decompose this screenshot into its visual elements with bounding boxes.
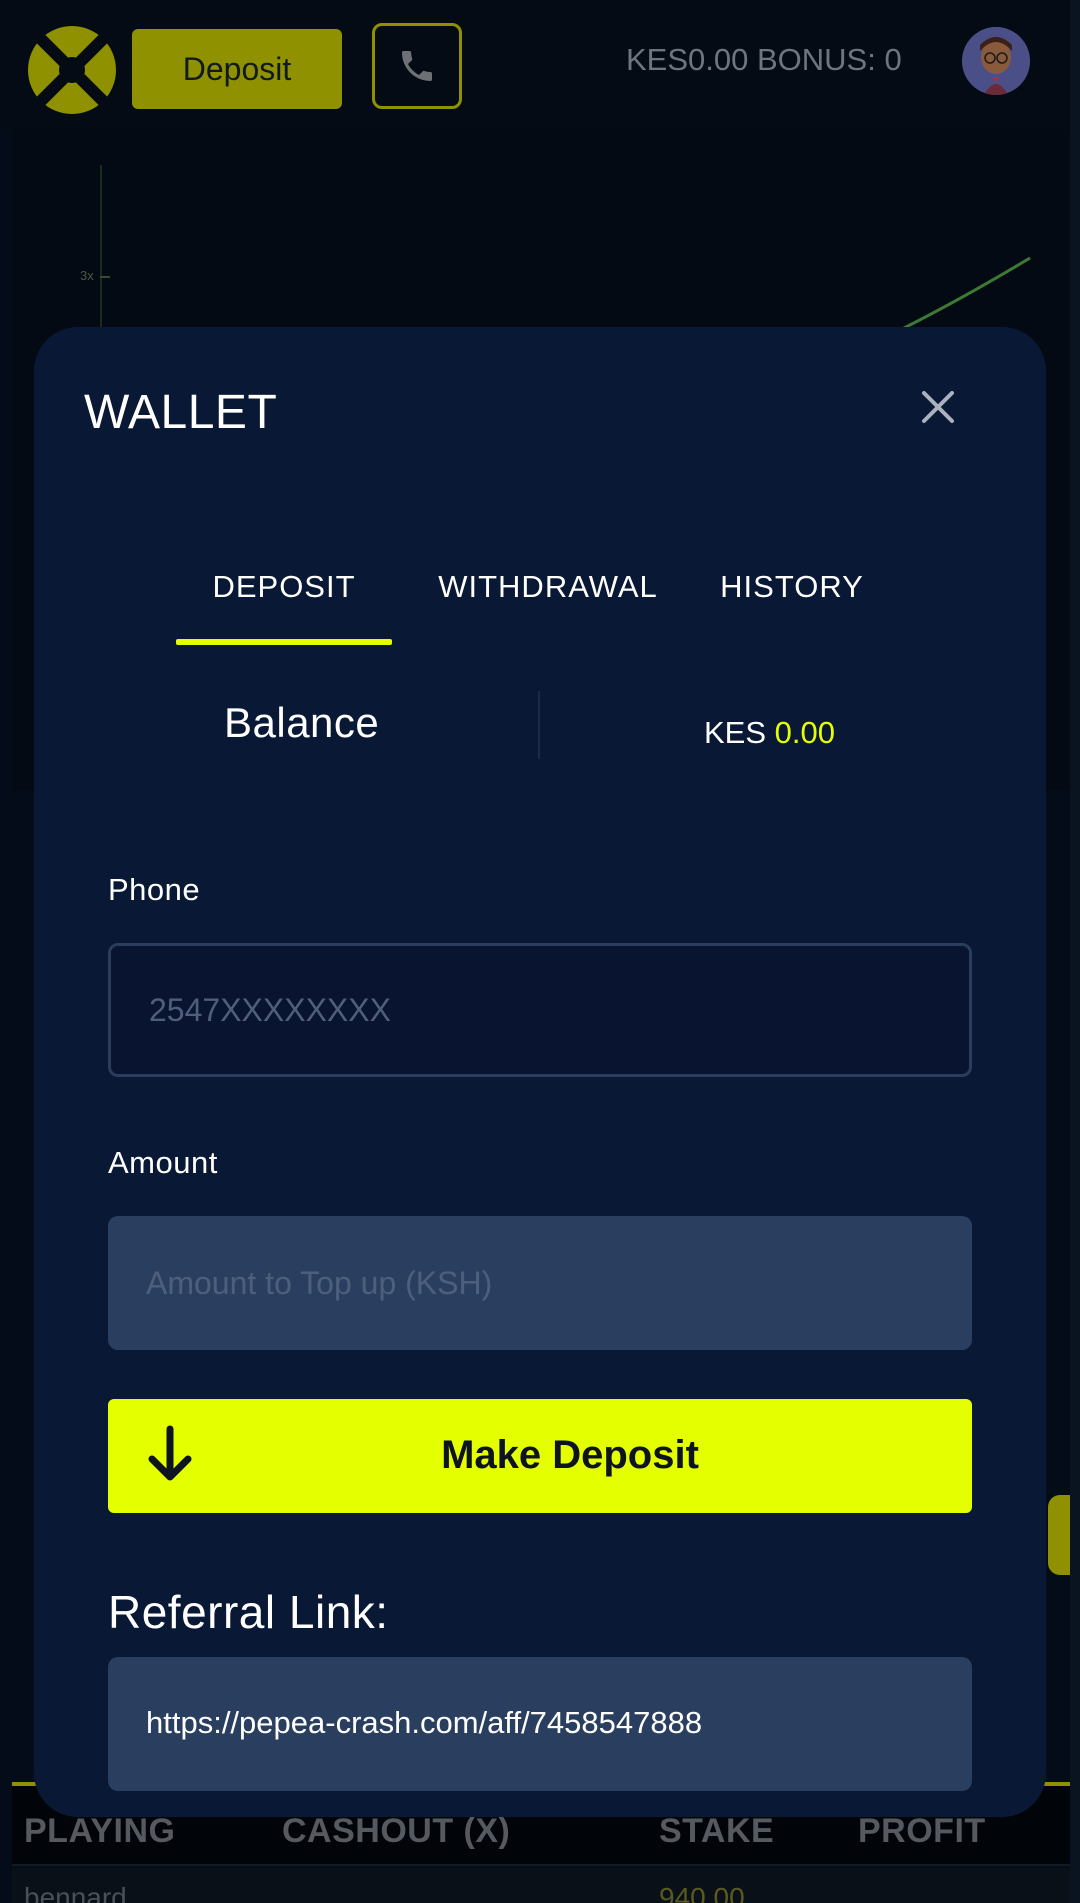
balance-divider [538,691,540,759]
chart-y-axis [100,165,102,330]
amount-label: Amount [108,1145,218,1180]
col-header-stake: STAKE [659,1812,775,1850]
phone-icon [402,51,432,81]
balance-value: KES 0.00 [704,715,835,751]
close-icon [922,391,954,423]
col-header-cashout: CASHOUT (X) [282,1812,511,1850]
balance-amount: 0.00 [774,715,835,750]
wallet-tabs: DEPOSIT WITHDRAWAL HISTORY [34,547,1046,627]
col-header-playing: PLAYING [24,1812,176,1850]
avatar[interactable] [962,27,1030,95]
chart-y-tick [100,276,110,278]
tab-withdrawal[interactable]: WITHDRAWAL [414,547,682,627]
wallet-modal: WALLET DEPOSIT WITHDRAWAL HISTORY Balanc… [34,327,1046,1817]
make-deposit-label: Make Deposit [441,1433,699,1477]
referral-link[interactable]: https://pepea-crash.com/aff/7458547888 [146,1705,702,1741]
user-avatar-icon [962,27,1030,95]
table-row: bennard 940.00 [12,1868,1070,1903]
balance-label: Balance [224,699,380,746]
page: Deposit KES0.00 BONUS: 0 3x PLAYING CASH… [0,0,1080,1903]
call-button[interactable] [372,23,462,109]
close-button[interactable] [914,383,962,431]
tab-deposit[interactable]: DEPOSIT [176,547,392,627]
make-deposit-button[interactable]: Make Deposit [108,1399,972,1513]
header-deposit-button[interactable]: Deposit [132,29,342,109]
row-stake: 940.00 [659,1882,745,1903]
modal-title: WALLET [84,386,278,439]
side-tab[interactable] [1048,1495,1070,1575]
balance-currency: KES [704,715,767,750]
top-bar: Deposit KES0.00 BONUS: 0 [0,0,1080,130]
scrollbar-track[interactable] [1070,0,1080,1903]
phone-field[interactable] [108,943,972,1077]
referral-title: Referral Link: [108,1586,389,1638]
referral-link-box[interactable]: https://pepea-crash.com/aff/7458547888 [108,1657,972,1791]
chart-y-tick-label: 3x [80,268,94,283]
active-tab-indicator [176,639,392,645]
row-player: bennard [24,1882,127,1903]
header-balance: KES0.00 BONUS: 0 [626,42,902,77]
tab-history[interactable]: HISTORY [704,547,880,627]
amount-field[interactable] [108,1216,972,1350]
col-header-profit: PROFIT [858,1812,986,1850]
phone-label: Phone [108,872,201,907]
logo-icon[interactable] [26,24,118,116]
